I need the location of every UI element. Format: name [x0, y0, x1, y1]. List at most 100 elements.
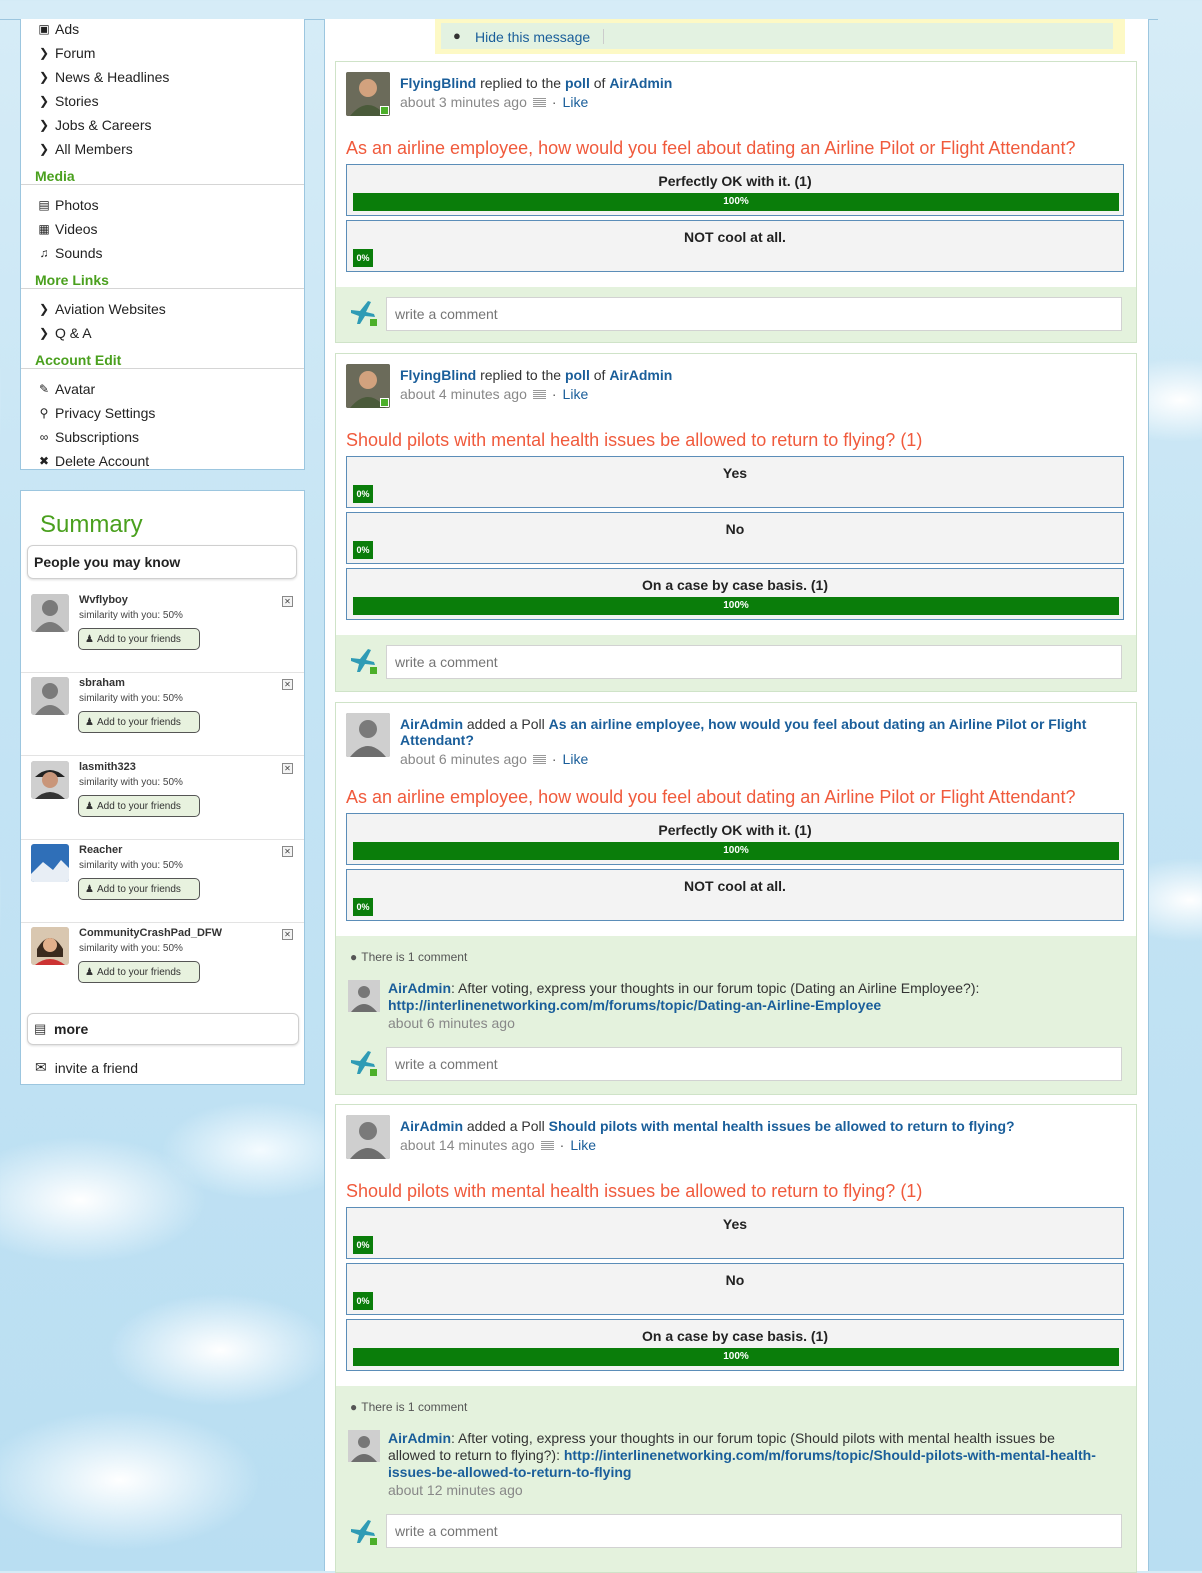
avatar[interactable] [31, 844, 69, 882]
person-name[interactable]: Wvflyboy [79, 594, 128, 606]
person-name[interactable]: sbraham [79, 677, 125, 689]
sidebar-item-sounds[interactable]: ♫ Sounds [37, 245, 103, 261]
similarity: similarity with you: 50% [79, 693, 183, 704]
sidebar-item-avatar[interactable]: ✎ Avatar [37, 381, 95, 397]
author-link[interactable]: AirAdmin [400, 716, 463, 732]
more-button[interactable]: ▤ more [27, 1013, 299, 1045]
comment-author-link[interactable]: AirAdmin [388, 980, 451, 996]
sidebar-item-news[interactable]: ❯ News & Headlines [37, 69, 169, 85]
sidebar-item-stories[interactable]: ❯ Stories [37, 93, 99, 109]
target-link[interactable]: AirAdmin [609, 75, 672, 91]
dismiss-icon[interactable]: ✕ [282, 596, 293, 607]
suggested-person: Wvflyboy similarity with you: 50% ♟ Add t… [21, 592, 304, 675]
like-link[interactable]: Like [563, 751, 589, 767]
add-friend-button[interactable]: ♟ Add to your friends [78, 795, 200, 817]
author-link[interactable]: AirAdmin [400, 1118, 463, 1134]
add-friend-icon: ♟ [85, 716, 94, 728]
sidebar-item-ads[interactable]: ▣ Ads [37, 21, 79, 37]
sidebar-item-privacy[interactable]: ⚲ Privacy Settings [37, 405, 156, 421]
poll-option[interactable]: NOT cool at all. 0% [346, 220, 1124, 272]
suggested-person: Reacher similarity with you: 50% ♟ Add to… [21, 842, 304, 925]
dismiss-icon[interactable]: ✕ [282, 679, 293, 690]
poll-result-bar: 0% [353, 1236, 373, 1254]
divider [21, 672, 304, 673]
add-friend-button[interactable]: ♟ Add to your friends [78, 711, 200, 733]
poll-option[interactable]: NOT cool at all. 0% [346, 869, 1124, 921]
divider [21, 839, 304, 840]
poll-option[interactable]: On a case by case basis. (1) 100% [346, 568, 1124, 620]
add-friend-button[interactable]: ♟ Add to your friends [78, 961, 200, 983]
person-name[interactable]: Reacher [79, 844, 122, 856]
poll-option[interactable]: No 0% [346, 1263, 1124, 1315]
target-link[interactable]: AirAdmin [609, 367, 672, 383]
forum-topic-link[interactable]: http://interlinenetworking.com/m/forums/… [388, 997, 881, 1013]
avatar[interactable] [348, 1430, 380, 1462]
hide-message-link[interactable]: Hide this message [475, 29, 590, 45]
feed-item: AirAdmin added a Poll As an airline empl… [335, 702, 1137, 1095]
avatar[interactable] [31, 761, 69, 799]
dismiss-icon[interactable]: ✕ [282, 846, 293, 857]
comment-input[interactable] [386, 297, 1122, 331]
comment-author-link[interactable]: AirAdmin [388, 1430, 451, 1446]
sidebar-item-aviation-websites[interactable]: ❯ Aviation Websites [37, 301, 166, 317]
comment-input[interactable] [386, 1514, 1122, 1548]
avatar[interactable] [31, 927, 69, 965]
similarity: similarity with you: 50% [79, 860, 183, 871]
poll-option[interactable]: No 0% [346, 512, 1124, 564]
sidebar-item-delete-account[interactable]: ✖ Delete Account [37, 453, 149, 469]
person-name[interactable]: lasmith323 [79, 761, 136, 773]
poll-option[interactable]: Yes 0% [346, 1207, 1124, 1259]
chevron-right-icon: ❯ [38, 118, 50, 132]
author-link[interactable]: FlyingBlind [400, 367, 476, 383]
person-name[interactable]: CommunityCrashPad_DFW [79, 927, 222, 939]
avatar[interactable] [346, 1115, 390, 1159]
add-friend-icon: ♟ [85, 800, 94, 812]
feed-item: FlyingBlind replied to the poll of AirAd… [335, 61, 1137, 343]
activity-feed: ● Hide this message FlyingBlind replied … [324, 19, 1149, 1573]
dismiss-icon[interactable]: ✕ [282, 763, 293, 774]
add-friend-button[interactable]: ♟ Add to your friends [78, 628, 200, 650]
like-link[interactable]: Like [570, 1137, 596, 1153]
dismiss-icon[interactable]: ✕ [282, 929, 293, 940]
avatar[interactable] [31, 677, 69, 715]
poll-option[interactable]: Yes 0% [346, 456, 1124, 508]
paperclip-icon: ∞ [39, 430, 49, 444]
sidebar-item-qa[interactable]: ❯ Q & A [37, 325, 92, 341]
add-friend-icon: ♟ [85, 633, 94, 645]
chevron-right-icon: ❯ [38, 142, 50, 156]
comment-input[interactable] [386, 645, 1122, 679]
author-link[interactable]: FlyingBlind [400, 75, 476, 91]
add-friend-button[interactable]: ♟ Add to your friends [78, 878, 200, 900]
sidebar-item-forum[interactable]: ❯ Forum [37, 45, 95, 61]
poll-title-link[interactable]: Should pilots with mental health issues … [549, 1118, 1015, 1134]
poll-option[interactable]: Perfectly OK with it. (1) 100% [346, 164, 1124, 216]
avatar[interactable] [346, 713, 390, 757]
flag-icon [532, 754, 546, 764]
avatar[interactable] [348, 980, 380, 1012]
suggested-person: CommunityCrashPad_DFW similarity with yo… [21, 925, 304, 1008]
poll-option[interactable]: On a case by case basis. (1) 100% [346, 1319, 1124, 1371]
flag-icon [540, 1140, 554, 1150]
like-link[interactable]: Like [563, 386, 589, 402]
sidebar-item-jobs[interactable]: ❯ Jobs & Careers [37, 117, 152, 133]
sidebar-item-videos[interactable]: ▦ Videos [37, 221, 97, 237]
invite-friend-link[interactable]: ✉ invite a friend [35, 1059, 138, 1076]
poll-option[interactable]: Perfectly OK with it. (1) 100% [346, 813, 1124, 865]
like-link[interactable]: Like [563, 94, 589, 110]
poll-link[interactable]: poll [565, 367, 590, 383]
timestamp-row: about 14 minutes ago · Like [400, 1137, 597, 1153]
poll-result-bar: 100% [353, 842, 1119, 860]
sidebar-item-photos[interactable]: ▤ Photos [37, 197, 98, 213]
plane-icon [348, 645, 378, 675]
poll-result-bar: 100% [353, 193, 1119, 211]
sidebar-item-subscriptions[interactable]: ∞ Subscriptions [37, 429, 139, 445]
comment-input[interactable] [386, 1047, 1122, 1081]
poll-link[interactable]: poll [565, 75, 590, 91]
flag-icon [532, 389, 546, 399]
avatar[interactable] [31, 594, 69, 632]
similarity: similarity with you: 50% [79, 777, 183, 788]
suggested-person: lasmith323 similarity with you: 50% ♟ Add… [21, 759, 304, 842]
plane-icon [348, 1047, 378, 1077]
online-status-icon [380, 398, 389, 407]
sidebar-item-all-members[interactable]: ❯ All Members [37, 141, 133, 157]
